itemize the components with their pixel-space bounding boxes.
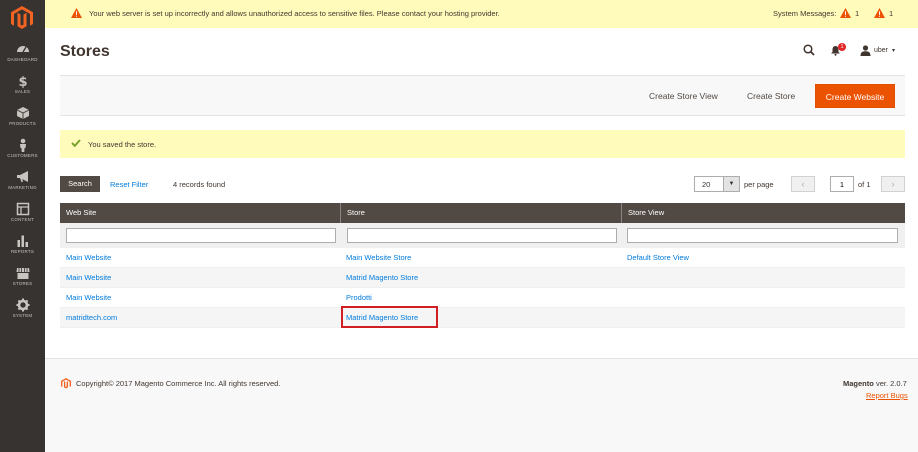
column-header-store[interactable]: Store	[340, 203, 621, 223]
column-header-website[interactable]: Web Site	[60, 203, 340, 223]
column-header-store-view[interactable]: Store View	[621, 203, 905, 223]
user-name[interactable]: uber	[874, 47, 888, 54]
store-filter-input[interactable]	[347, 228, 617, 243]
chevron-down-icon[interactable]: ▾	[892, 47, 895, 54]
store-icon	[16, 268, 29, 279]
gear-icon	[16, 298, 29, 312]
nav-marketing[interactable]: MARKETING	[0, 170, 45, 200]
store-view-link[interactable]: Default Store View	[621, 248, 689, 267]
warning-icon[interactable]	[840, 8, 851, 18]
website-filter-input[interactable]	[66, 228, 336, 243]
nav-reports[interactable]: REPORTS	[0, 234, 45, 264]
grid-header: Web Site Store Store View	[60, 203, 905, 223]
notifications-badge: 1	[838, 43, 846, 51]
magento-logo[interactable]	[11, 6, 33, 30]
cube-icon	[16, 107, 29, 119]
nav-stores[interactable]: STORES	[0, 266, 45, 296]
records-count: 4 records found	[173, 180, 226, 189]
nav-sales[interactable]: $ SALES	[0, 74, 45, 104]
website-link[interactable]: matridtech.com	[60, 308, 117, 327]
nav-label: PRODUCTS	[9, 121, 36, 126]
version-info: Magento ver. 2.0.7	[843, 379, 907, 388]
create-store-view-button[interactable]: Create Store View	[649, 91, 718, 101]
dollar-icon: $	[18, 75, 27, 88]
layout-icon	[16, 202, 29, 216]
store-link[interactable]: Prodotti	[340, 288, 372, 307]
website-link[interactable]: Main Website	[60, 288, 111, 307]
notice-message: Your web server is set up incorrectly an…	[89, 9, 500, 18]
nav-label: SYSTEM	[12, 313, 33, 318]
warning-icon	[71, 8, 82, 18]
nav-dashboard[interactable]: DASHBOARD	[0, 42, 45, 72]
table-row: Main Website Prodotti	[60, 288, 905, 308]
success-message: You saved the store.	[60, 130, 905, 158]
next-page-button[interactable]: ›	[881, 176, 905, 192]
per-page-value: 20	[702, 180, 711, 189]
version-text: ver. 2.0.7	[875, 379, 907, 388]
table-row: matridtech.com Matrid Magento Store	[60, 308, 905, 328]
nav-label: CONTENT	[10, 217, 35, 222]
dashboard-icon	[16, 46, 29, 53]
checkmark-icon	[71, 139, 81, 147]
svg-text:$: $	[18, 75, 27, 88]
highlight-box	[341, 306, 438, 328]
table-row: Main Website Matrid Magento Store	[60, 268, 905, 288]
store-view-link[interactable]	[621, 268, 627, 287]
nav-label: STORES	[12, 281, 33, 286]
table-row: Main Website Main Website Store Default …	[60, 248, 905, 268]
nav-label: MARKETING	[8, 185, 37, 190]
stores-grid: Web Site Store Store View Main Website M…	[60, 203, 905, 328]
success-text: You saved the store.	[88, 140, 157, 149]
system-messages-label[interactable]: System Messages:	[773, 9, 836, 18]
copyright-text: Copyright© 2017 Magento Commerce Inc. Al…	[76, 379, 281, 388]
major-count[interactable]: 1	[855, 9, 859, 18]
website-link[interactable]: Main Website	[60, 268, 111, 287]
nav-label: REPORTS	[10, 249, 35, 254]
store-view-filter-input[interactable]	[627, 228, 898, 243]
per-page-select[interactable]: 20 ▼	[694, 176, 740, 192]
previous-page-button[interactable]: ‹	[791, 176, 815, 192]
user-icon[interactable]	[860, 45, 871, 56]
megaphone-icon	[16, 171, 28, 182]
brand-name: Magento	[843, 379, 874, 388]
search-button[interactable]: Search	[60, 176, 100, 192]
magento-logo	[61, 378, 71, 389]
nav-products[interactable]: PRODUCTS	[0, 106, 45, 136]
reset-filter-link[interactable]: Reset Filter	[110, 180, 148, 189]
nav-content[interactable]: CONTENT	[0, 202, 45, 232]
nav-label: DASHBOARD	[7, 57, 38, 62]
search-icon[interactable]	[803, 44, 815, 56]
page-footer: Copyright© 2017 Magento Commerce Inc. Al…	[45, 358, 918, 452]
create-website-button[interactable]: Create Website	[815, 84, 895, 108]
person-icon	[19, 138, 26, 152]
filter-row	[60, 223, 905, 248]
report-bugs-link[interactable]: Report Bugs	[866, 391, 908, 400]
system-notice-bar: Your web server is set up incorrectly an…	[45, 0, 918, 28]
nav-customers[interactable]: CUSTOMERS	[0, 138, 45, 168]
page-title: Stores	[60, 43, 110, 60]
chevron-down-icon[interactable]: ▼	[723, 177, 739, 191]
store-link[interactable]: Matrid Magento Store	[340, 268, 418, 287]
warning-icon[interactable]	[874, 8, 885, 18]
admin-sidebar: DASHBOARD $ SALES PRODUCTS CUSTOMERS MAR…	[0, 0, 45, 452]
minor-count[interactable]: 1	[889, 9, 893, 18]
create-store-button[interactable]: Create Store	[747, 91, 795, 101]
page-number-input[interactable]	[830, 176, 854, 192]
store-view-link[interactable]	[621, 308, 627, 327]
per-page-label: per page	[744, 180, 774, 189]
nav-label: CUSTOMERS	[7, 153, 38, 158]
nav-label: SALES	[14, 89, 31, 94]
store-link[interactable]: Main Website Store	[340, 248, 411, 267]
page-total: of 1	[858, 180, 871, 189]
nav-system[interactable]: SYSTEM	[0, 298, 45, 328]
store-view-link[interactable]	[621, 288, 627, 307]
website-link[interactable]: Main Website	[60, 248, 111, 267]
page-actions-bar: Create Store View Create Store Create We…	[60, 75, 905, 116]
bar-chart-icon	[17, 235, 28, 247]
